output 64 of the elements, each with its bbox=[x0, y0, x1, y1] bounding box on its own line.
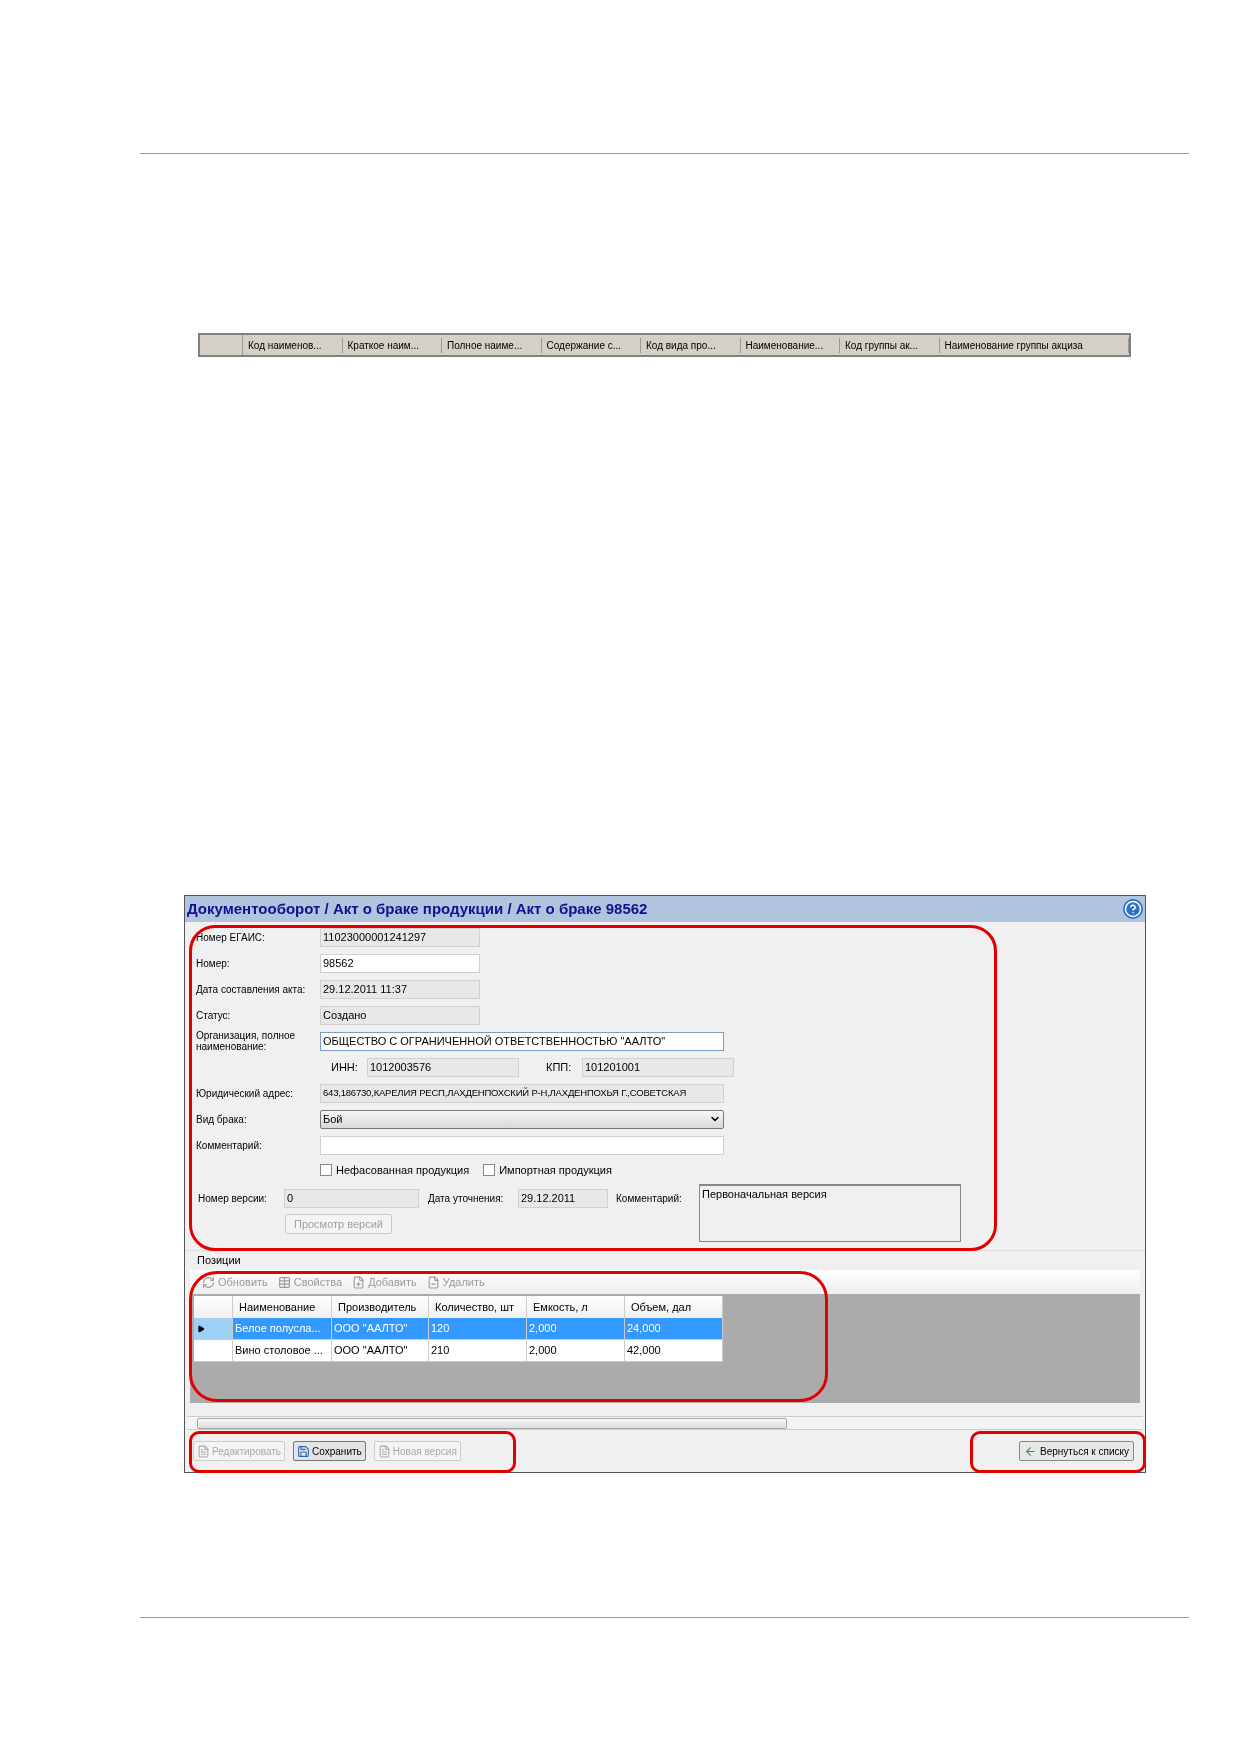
document-icon bbox=[197, 1444, 210, 1458]
field-label: Дата уточнения: bbox=[428, 1191, 505, 1206]
back-to-list-button[interactable]: Вернуться к списку bbox=[1019, 1441, 1134, 1461]
section-title: Позиции bbox=[197, 1253, 241, 1268]
refresh-icon bbox=[202, 1275, 215, 1289]
column-header[interactable]: Код группы ак... bbox=[840, 337, 940, 353]
field-label: Юридический адрес: bbox=[196, 1087, 295, 1099]
field-label: Номер: bbox=[196, 957, 231, 969]
table-cell: Вино столовое ... bbox=[233, 1340, 332, 1361]
remove-file-icon bbox=[426, 1275, 440, 1289]
back-arrow-icon bbox=[1024, 1444, 1038, 1458]
add-file-icon bbox=[352, 1275, 366, 1289]
field-label: Комментарий: bbox=[616, 1191, 683, 1206]
help-icon[interactable] bbox=[1123, 899, 1143, 919]
checkbox-label: Импортная продукция bbox=[499, 1162, 612, 1178]
field-label: Комментарий: bbox=[196, 1139, 263, 1151]
window-title: Документооборот / Акт о браке продукции / Акт о браке 98562 bbox=[187, 898, 648, 919]
table-row[interactable]: Вино столовое ... ООО "ААЛТО" 210 2,000 42,000 bbox=[194, 1340, 723, 1362]
input-field[interactable]: ОБЩЕСТВО С ОГРАНИЧЕННОЙ ОТВЕТСТВЕННОСТЬЮ "ААЛТО" bbox=[320, 1031, 724, 1051]
input-field[interactable]: 0 bbox=[284, 1188, 419, 1208]
field-label: Организация, полное наименование: bbox=[196, 1030, 297, 1052]
input-field[interactable]: 29.12.2011 bbox=[518, 1188, 608, 1208]
checkbox[interactable] bbox=[320, 1164, 332, 1176]
field-label: Вид брака: bbox=[196, 1113, 248, 1125]
table-cell: 24,000 bbox=[625, 1318, 723, 1339]
save-icon bbox=[297, 1444, 311, 1458]
dropdown-field[interactable]: Бой bbox=[320, 1109, 724, 1129]
column-header[interactable]: Краткое наим... bbox=[342, 337, 442, 353]
field-label: Статус: bbox=[196, 1009, 232, 1021]
column-header[interactable]: Код наименов... bbox=[243, 337, 343, 353]
input-field[interactable]: Создано bbox=[320, 1005, 480, 1025]
table-cell: 210 bbox=[429, 1340, 527, 1361]
table-icon bbox=[277, 1275, 291, 1289]
table-cell: 120 bbox=[429, 1318, 527, 1339]
field-label: Номер ЕГАИС: bbox=[196, 931, 266, 943]
input-field[interactable]: 1012003576 bbox=[367, 1057, 519, 1077]
checkbox-label: Нефасованная продукция bbox=[336, 1162, 470, 1178]
input-field[interactable]: 29.12.2011 11:37 bbox=[320, 979, 480, 999]
table-cell: 2,000 bbox=[527, 1318, 625, 1339]
input-field[interactable]: 98562 bbox=[320, 953, 480, 973]
input-field[interactable]: 643,186730,КАРЕЛИЯ РЕСП,ЛАХДЕНПОХСКИЙ Р-Н,ЛАХДЕНПОХЬЯ Г.,СОВЕТСКАЯ bbox=[320, 1083, 724, 1103]
table-cell: ООО "ААЛТО" bbox=[332, 1340, 429, 1361]
current-row-icon bbox=[197, 1324, 205, 1333]
horizontal-scrollbar[interactable] bbox=[187, 1416, 1143, 1430]
document-icon bbox=[377, 1444, 391, 1458]
field-label: Дата составления акта: bbox=[196, 983, 307, 995]
row-header[interactable] bbox=[194, 1318, 233, 1339]
column-header[interactable]: Наименование... bbox=[740, 337, 840, 353]
field-label: Номер версии: bbox=[198, 1191, 268, 1206]
field-label: КПП: bbox=[546, 1059, 573, 1075]
input-field[interactable]: 101201001 bbox=[582, 1057, 734, 1077]
table-cell: 42,000 bbox=[625, 1340, 723, 1361]
column-header[interactable]: Код вида про... bbox=[641, 337, 741, 353]
column-header[interactable]: Полное наиме... bbox=[442, 337, 542, 353]
column-header[interactable]: Содержание с... bbox=[541, 337, 641, 353]
table-cell: Белое полусла... bbox=[233, 1318, 332, 1339]
input-field[interactable] bbox=[320, 1135, 724, 1155]
table-cell: 2,000 bbox=[527, 1340, 625, 1361]
comment-textarea[interactable]: Первоначальная версия bbox=[699, 1184, 961, 1242]
table-cell: ООО "ААЛТО" bbox=[332, 1318, 429, 1339]
footer-button[interactable]: Сохранить bbox=[293, 1441, 366, 1461]
column-header[interactable]: Наименование группы акциза bbox=[939, 337, 1129, 353]
field-label: ИНН: bbox=[331, 1059, 359, 1075]
checkbox[interactable] bbox=[483, 1164, 496, 1176]
